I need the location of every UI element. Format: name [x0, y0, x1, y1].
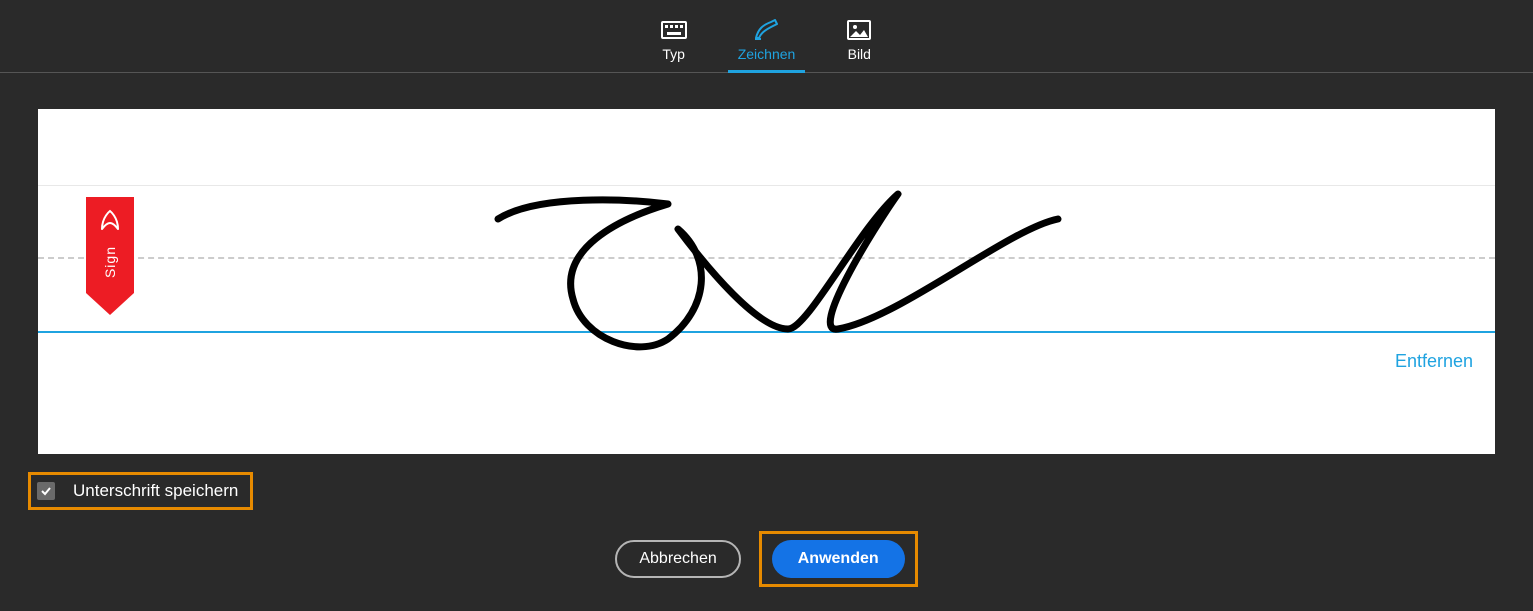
tab-image[interactable]: Bild — [835, 12, 883, 72]
check-icon — [40, 485, 52, 497]
action-buttons: Abbrechen Anwenden — [0, 531, 1533, 587]
cancel-button[interactable]: Abbrechen — [615, 540, 740, 578]
tab-draw-label: Zeichnen — [738, 46, 796, 62]
save-signature-checkbox[interactable] — [37, 482, 55, 500]
image-icon — [845, 18, 873, 42]
apply-button-highlight: Anwenden — [759, 531, 918, 587]
drawn-signature — [478, 189, 1068, 364]
signature-canvas[interactable]: Sign Entfernen — [38, 109, 1495, 454]
keyboard-icon — [660, 18, 688, 42]
top-tab-bar: Typ Zeichnen Bild — [0, 0, 1533, 73]
clear-signature-link[interactable]: Entfernen — [1395, 351, 1473, 372]
tab-draw[interactable]: Zeichnen — [728, 12, 806, 73]
apply-button[interactable]: Anwenden — [772, 540, 905, 578]
guide-line-top — [38, 185, 1495, 186]
acrobat-logo-icon — [96, 207, 124, 240]
save-signature-row[interactable]: Unterschrift speichern — [28, 472, 253, 510]
ribbon-label: Sign — [102, 246, 118, 278]
tab-type-label: Typ — [662, 46, 685, 62]
tab-type[interactable]: Typ — [650, 12, 698, 72]
tab-image-label: Bild — [848, 46, 871, 62]
save-signature-label: Unterschrift speichern — [73, 481, 238, 501]
sign-ribbon: Sign — [86, 197, 134, 315]
draw-icon — [753, 18, 781, 42]
